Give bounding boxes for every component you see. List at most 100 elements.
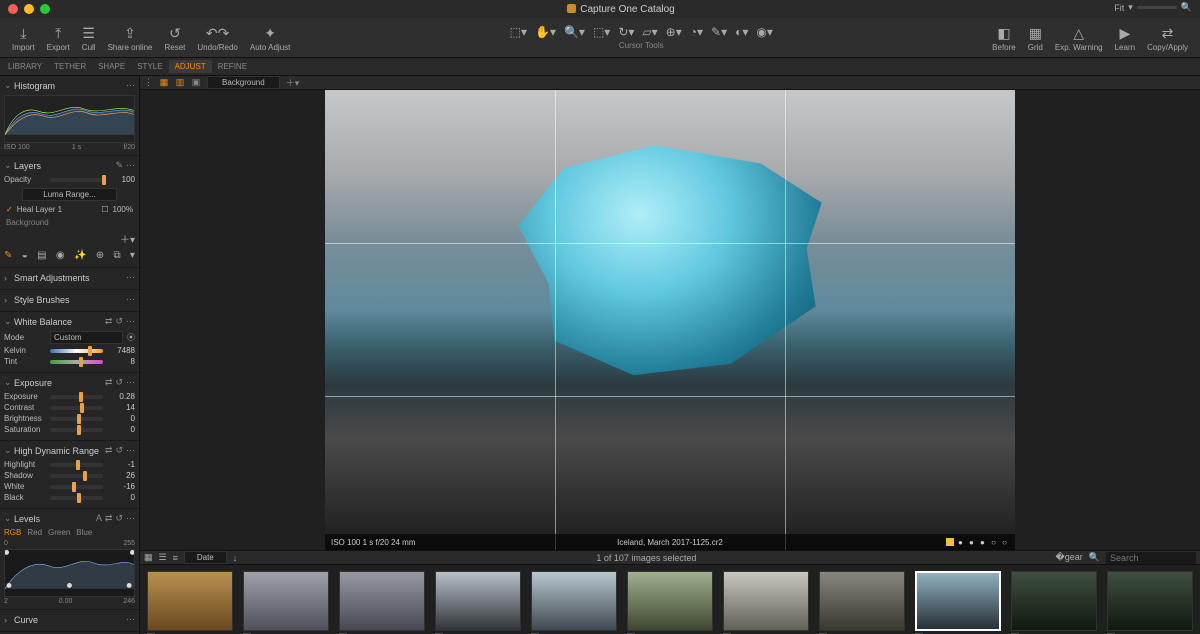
exposure-value[interactable]: 0 <box>107 425 135 434</box>
export-button[interactable]: ⤒Export <box>41 22 76 54</box>
menu-icon[interactable]: ⋯ <box>126 316 135 327</box>
thumbnail[interactable]: ★★★☆☆Iceland, March 2017-65.dng <box>432 571 524 634</box>
cursor-tool-keystone[interactable]: ▱▾ <box>642 25 657 39</box>
exposure-slider[interactable] <box>50 428 103 432</box>
menu-icon[interactable]: ⋯ <box>126 445 135 456</box>
mask-icon[interactable]: ☐ <box>101 205 108 214</box>
thumbnail[interactable]: ★★★☆☆Iceland, March 2017-174.dng <box>624 571 716 634</box>
view-filmstrip-icon[interactable]: ≡ <box>173 553 178 563</box>
radial-mask-icon[interactable]: ◉ <box>56 250 65 261</box>
add-icon[interactable]: ＋▾ <box>286 76 300 89</box>
reset-icon[interactable]: ↺ <box>115 377 123 388</box>
hdr-slider[interactable] <box>50 474 103 478</box>
sort-dropdown[interactable]: Date <box>184 551 227 564</box>
menu-icon[interactable]: ⋯ <box>126 614 135 625</box>
maximize-window-button[interactable] <box>40 4 50 14</box>
close-window-button[interactable] <box>8 4 18 14</box>
thumbnail[interactable]: ★★★☆☆Iceland, March 2017-255.cr2 <box>720 571 812 634</box>
histogram-header[interactable]: ⌄ Histogram ⋯ <box>4 78 135 93</box>
current-layer-dropdown[interactable]: Background <box>207 76 280 89</box>
eraser-icon[interactable]: ◒ <box>22 250 28 261</box>
thumbnail[interactable]: ★★★★☆Istanbul, Turke…y 2017-318.cr2 <box>240 571 332 634</box>
tint-slider[interactable] <box>50 360 103 364</box>
exposure-value[interactable]: 14 <box>107 403 135 412</box>
wb-mode-dropdown[interactable]: Custom <box>50 331 123 344</box>
smart-adjustments-header[interactable]: › Smart Adjustments ⋯ <box>4 270 135 285</box>
layer-item[interactable]: ✓Heal Layer 1☐100% <box>4 203 135 216</box>
white-balance-header[interactable]: ⌄ White Balance ⇄ ↺ ⋯ <box>4 314 135 329</box>
luma-range-button[interactable]: Luma Range... <box>22 188 116 201</box>
search-icon[interactable]: 🔍 <box>1089 552 1100 563</box>
kelvin-slider[interactable] <box>50 349 103 353</box>
zoom-fit-label[interactable]: Fit <box>1114 3 1124 13</box>
menu-icon[interactable]: ⋯ <box>126 513 135 524</box>
levels-graph[interactable] <box>4 549 135 597</box>
filter-icon[interactable]: �gear <box>1056 552 1083 563</box>
hdr-value[interactable]: 0 <box>107 493 135 502</box>
picker-icon[interactable]: ⦿ <box>127 332 135 343</box>
reset-icon[interactable]: ↺ <box>115 445 123 456</box>
heal-icon[interactable]: ⊕ <box>96 250 104 261</box>
thumbnail[interactable]: ★★★☆☆Iceland, March 2017-1486.dng <box>1008 571 1100 634</box>
rating-dots[interactable]: ● ● ● ○ ○ <box>958 538 1009 547</box>
share-button[interactable]: ⇪Share online <box>102 22 159 54</box>
hdr-value[interactable]: 26 <box>107 471 135 480</box>
layer-item[interactable]: Background <box>4 216 135 229</box>
tint-value[interactable]: 8 <box>107 357 135 366</box>
hdr-slider[interactable] <box>50 463 103 467</box>
cursor-tool-zoom[interactable]: 🔍▾ <box>564 25 585 39</box>
import-button[interactable]: ⤓Import <box>6 22 41 54</box>
exposure-slider[interactable] <box>50 395 103 399</box>
cursor-tool-brush[interactable]: ✎▾ <box>711 25 727 39</box>
cursor-tool-gradient[interactable]: ◐▾ <box>735 25 748 39</box>
grid-button[interactable]: ▦Grid <box>1022 22 1049 54</box>
hdr-header[interactable]: ⌄ High Dynamic Range ⇄ ↺ ⋯ <box>4 443 135 458</box>
copy-icon[interactable]: ⇄ <box>105 513 113 524</box>
cursor-tool-pointer[interactable]: ⬚▾ <box>510 25 527 39</box>
exposure-value[interactable]: 0.28 <box>107 392 135 401</box>
copy-icon[interactable]: ⇄ <box>105 316 113 327</box>
menu-icon[interactable]: ⋯ <box>126 377 135 388</box>
hdr-value[interactable]: -1 <box>107 460 135 469</box>
search-icon[interactable]: 🔍 <box>1181 2 1192 13</box>
tab-refine[interactable]: REFINE <box>212 60 253 73</box>
handle-icon[interactable]: ⋮ <box>144 77 153 88</box>
minimize-window-button[interactable] <box>24 4 34 14</box>
gradient-mask-icon[interactable]: ▤ <box>37 250 46 261</box>
cursor-tool-mask[interactable]: ◔▾ <box>690 25 703 39</box>
search-input[interactable] <box>1106 552 1196 564</box>
reset-button[interactable]: ↺Reset <box>159 22 192 54</box>
view-list-icon[interactable]: ☰ <box>159 552 167 563</box>
pin-icon[interactable]: ✎ <box>115 160 123 171</box>
tab-style[interactable]: STYLE <box>131 60 168 73</box>
tab-shape[interactable]: SHAPE <box>92 60 131 73</box>
undoredo-button[interactable]: ↶↷Undo/Redo <box>191 22 243 54</box>
mask-menu-icon[interactable]: ▾ <box>130 250 135 261</box>
hdr-value[interactable]: -16 <box>107 482 135 491</box>
curve-header[interactable]: › Curve ⋯ <box>4 612 135 627</box>
thumbnail[interactable]: ★★★☆☆Frozen Danub…ary 2016-8.cr2 <box>144 571 236 634</box>
opacity-slider[interactable] <box>50 178 103 182</box>
add-layer-icon[interactable]: ＋▾ <box>120 231 135 246</box>
thumbnail[interactable]: ★★★☆☆Iceland, March 2017-1125.cr2 <box>912 571 1004 634</box>
levels-channel-red[interactable]: Red <box>27 528 42 537</box>
thumbnail[interactable]: ★★★☆☆Iceland, March 2017-256.cr2 <box>816 571 908 634</box>
cursor-tool-hand[interactable]: ✋▾ <box>535 25 556 39</box>
reset-icon[interactable]: ↺ <box>115 513 123 524</box>
hdr-slider[interactable] <box>50 496 103 500</box>
cursor-tool-rotate[interactable]: ↻▾ <box>618 25 634 39</box>
copyapply-button[interactable]: ⇄Copy/Apply <box>1141 22 1194 54</box>
autoadjust-button[interactable]: ✦Auto Adjust <box>244 22 296 54</box>
clone-icon[interactable]: ⧉ <box>113 250 120 261</box>
thumbnail[interactable]: ☆☆☆☆☆Istanbul, Turke…y 2017-78.cr2 <box>336 571 428 634</box>
learn-button[interactable]: ▶Learn <box>1109 22 1141 54</box>
levels-channel-rgb[interactable]: RGB <box>4 528 21 537</box>
thumbnail[interactable]: ★★★☆☆Iceland, March 2017-105.cr2 <box>528 571 620 634</box>
cursor-tool-spot[interactable]: ⊕▾ <box>666 25 682 39</box>
cursor-tool-crop[interactable]: ⬚▾ <box>593 25 610 39</box>
levels-channel-green[interactable]: Green <box>48 528 70 537</box>
image-viewer[interactable]: ISO 100 1 s f/20 24 mm Iceland, March 20… <box>140 90 1200 550</box>
histogram-menu-icon[interactable]: ⋯ <box>126 80 135 91</box>
color-tag-badge[interactable] <box>946 538 954 546</box>
copy-icon[interactable]: ⇄ <box>105 445 113 456</box>
